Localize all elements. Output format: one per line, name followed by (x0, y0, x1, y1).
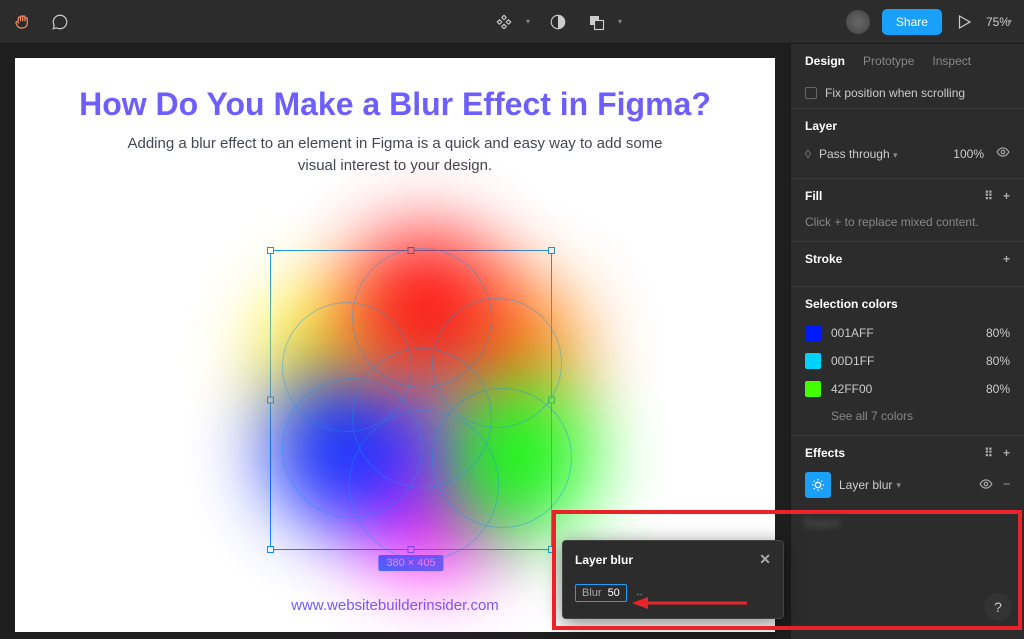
avatar[interactable] (846, 10, 870, 34)
help-button[interactable]: ? (984, 593, 1012, 621)
opacity-input[interactable]: 100% (953, 147, 984, 161)
color-swatch[interactable] (805, 353, 821, 369)
fill-section: Fill ⠿ + Click + to replace mixed conten… (791, 178, 1024, 241)
blend-mode-icon[interactable]: ◊ (805, 147, 811, 161)
visibility-icon[interactable] (996, 145, 1010, 162)
export-section-blurred: Export (805, 502, 1010, 530)
tab-design[interactable]: Design (805, 54, 845, 68)
color-row[interactable]: 00D1FF 80% (805, 347, 1010, 375)
color-row[interactable]: 001AFF 80% (805, 319, 1010, 347)
fill-mixed-text: Click + to replace mixed content. (805, 211, 1010, 229)
hand-tool-icon[interactable] (12, 12, 32, 32)
panel-tabs: Design Prototype Inspect (791, 44, 1024, 78)
tab-inspect[interactable]: Inspect (932, 54, 971, 68)
top-toolbar: ▾ ▾ Share 75% ▾ (0, 0, 1024, 44)
selection-bounds: 380 × 405 (270, 250, 552, 550)
fill-style-icon[interactable]: ⠿ (984, 189, 993, 203)
dimensions-badge: 380 × 405 (378, 555, 443, 571)
layer-section: Layer ◊ Pass through ▾ 100% (791, 108, 1024, 178)
add-stroke-icon[interactable]: + (1003, 252, 1010, 266)
properties-panel: Design Prototype Inspect Fix position wh… (790, 44, 1024, 639)
fix-position-row[interactable]: Fix position when scrolling (791, 78, 1024, 108)
color-row[interactable]: 42FF00 80% (805, 375, 1010, 403)
zoom-level[interactable]: 75% ▾ (986, 15, 1012, 29)
stroke-section: Stroke + (791, 241, 1024, 286)
add-fill-icon[interactable]: + (1003, 189, 1010, 203)
effect-type-select[interactable]: Layer blur ▾ (839, 478, 901, 492)
boolean-tool-icon[interactable] (586, 12, 606, 32)
mask-tool-icon[interactable] (548, 12, 568, 32)
tab-prototype[interactable]: Prototype (863, 54, 914, 68)
play-icon[interactable] (954, 12, 974, 32)
chevron-down-icon: ▾ (1008, 17, 1012, 26)
selection-outlines (252, 228, 572, 568)
blur-input[interactable]: Blur 50 (575, 584, 627, 602)
chevron-down-icon[interactable]: ▾ (618, 17, 622, 26)
share-button[interactable]: Share (882, 9, 942, 35)
fix-position-checkbox[interactable] (805, 87, 817, 99)
color-swatch[interactable] (805, 325, 821, 341)
components-icon[interactable] (494, 12, 514, 32)
selection-colors-section: Selection colors 001AFF 80% 00D1FF 80% 4… (791, 286, 1024, 435)
page-subtitle: Adding a blur effect to an element in Fi… (15, 123, 775, 177)
color-swatch[interactable] (805, 381, 821, 397)
remove-effect-icon[interactable]: − (1003, 477, 1010, 494)
effect-visibility-icon[interactable] (979, 477, 993, 494)
scrub-arrows-icon: ↔ (635, 588, 644, 598)
popup-title: Layer blur (575, 553, 633, 567)
blurred-shapes (245, 218, 575, 578)
see-all-colors[interactable]: See all 7 colors (805, 403, 1010, 423)
add-effect-icon[interactable]: + (1003, 446, 1010, 460)
page-title: How Do You Make a Blur Effect in Figma? (15, 58, 775, 123)
comment-tool-icon[interactable] (50, 12, 70, 32)
effects-style-icon[interactable]: ⠿ (984, 446, 993, 460)
chevron-down-icon[interactable]: ▾ (526, 17, 530, 26)
close-icon[interactable]: ✕ (759, 551, 771, 568)
effects-section: Effects ⠿ + Layer blur ▾ − Export (791, 435, 1024, 542)
layer-blur-popup: Layer blur ✕ Blur 50 ↔ (562, 540, 784, 619)
effect-settings-icon[interactable] (805, 472, 831, 498)
blend-mode-select[interactable]: Pass through ▾ (819, 147, 898, 161)
